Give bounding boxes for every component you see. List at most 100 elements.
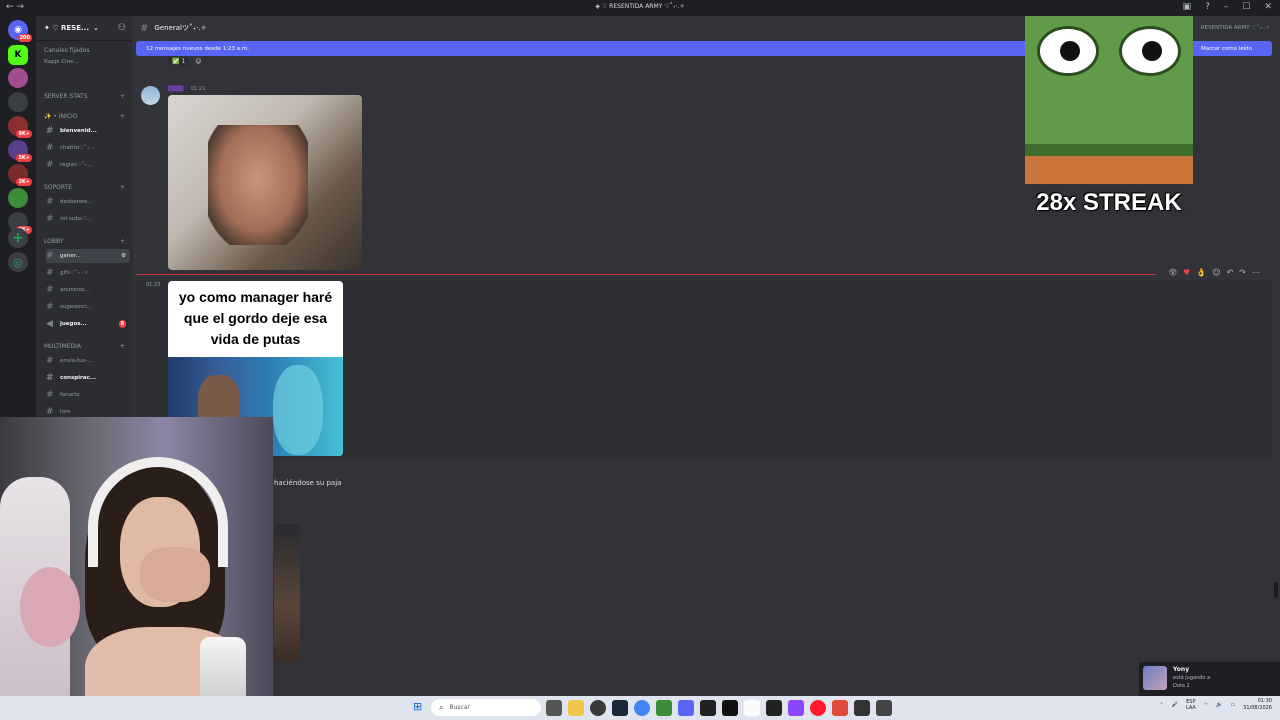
discord-icon[interactable] bbox=[678, 700, 694, 716]
wifi-icon[interactable]: ◠ bbox=[1204, 702, 1208, 708]
streak-overlay: 28x STREAK bbox=[1024, 16, 1194, 226]
language-indicator[interactable]: ESP LAA bbox=[1186, 699, 1196, 711]
channel-rol-subs[interactable]: # rol-subs♡... bbox=[46, 212, 130, 226]
heart-react-icon[interactable]: ♥ bbox=[1183, 268, 1190, 277]
server-icon[interactable] bbox=[8, 188, 28, 208]
taskbar-search[interactable]: ⌕ Buscar bbox=[431, 699, 541, 716]
mark-as-read-button[interactable]: Marcar como leído bbox=[1201, 46, 1252, 52]
add-server-icon[interactable]: + bbox=[8, 228, 28, 248]
channel-fanarts[interactable]: # fanarts bbox=[46, 388, 130, 402]
category-label: SERVER STATS bbox=[44, 93, 88, 100]
category-multimedia[interactable]: MULTIMEDIA + bbox=[44, 343, 125, 350]
thumb-react-icon[interactable]: 👌 bbox=[1196, 268, 1206, 277]
file-explorer-icon[interactable] bbox=[568, 700, 584, 716]
invite-icon[interactable]: ⚇ bbox=[118, 23, 126, 33]
activity-notification[interactable]: Yony está jugando a Dota 2 bbox=[1139, 662, 1280, 696]
capcut-icon[interactable] bbox=[700, 700, 716, 716]
category-inicio[interactable]: ✨ • INICIO + bbox=[44, 113, 125, 120]
add-channel-icon[interactable]: + bbox=[120, 343, 125, 350]
reaction-check[interactable]: ✅ 1 bbox=[168, 57, 190, 66]
volume-icon[interactable]: 🔊 bbox=[1216, 702, 1222, 708]
battery-icon[interactable]: ▭ bbox=[1230, 702, 1235, 708]
webcam-overlay bbox=[0, 417, 273, 720]
channel-desbaneo[interactable]: # desbaneo... bbox=[46, 195, 130, 209]
add-reaction-icon[interactable]: ☺ bbox=[1212, 268, 1220, 277]
minecraft-icon[interactable] bbox=[656, 700, 672, 716]
forward-icon[interactable]: ↷ bbox=[1239, 268, 1246, 277]
channel-label: conspirac... bbox=[60, 375, 97, 381]
category-lobby[interactable]: LOBBY + bbox=[44, 238, 125, 245]
chevron-down-icon: ⌄ bbox=[93, 24, 99, 32]
reply-icon[interactable]: ↶ bbox=[1227, 268, 1234, 277]
discover-icon[interactable]: ◎ bbox=[8, 252, 28, 272]
server-icon[interactable]: 2K+ bbox=[8, 164, 32, 186]
frog-eye bbox=[1119, 26, 1181, 76]
app-icon[interactable] bbox=[766, 700, 782, 716]
server-icon-resentida[interactable] bbox=[8, 68, 28, 88]
add-channel-icon[interactable]: + bbox=[120, 93, 125, 100]
inbox-icon[interactable]: ▣ bbox=[1183, 2, 1192, 12]
pinned-channel[interactable]: Rappi Cine... bbox=[36, 54, 132, 65]
add-channel-icon[interactable]: + bbox=[120, 238, 125, 245]
channel-anuncios[interactable]: # anuncios... bbox=[46, 283, 130, 297]
dm-badge: 200 bbox=[17, 34, 32, 42]
server-icon[interactable]: 5K+ bbox=[8, 140, 32, 162]
server-icon[interactable] bbox=[8, 92, 28, 112]
minimize-button[interactable]: – bbox=[1224, 2, 1229, 12]
direct-messages-button[interactable]: ◉ 200 bbox=[8, 20, 32, 42]
message-image[interactable] bbox=[274, 524, 300, 662]
windows-start-icon[interactable]: ⊞ bbox=[413, 701, 425, 713]
channel-chatito[interactable]: # chatito♡˚₊... bbox=[46, 141, 130, 155]
server-icon[interactable]: 9K+ bbox=[8, 116, 32, 138]
chrome-icon[interactable] bbox=[634, 700, 650, 716]
voice-icon: ◀ bbox=[46, 319, 53, 329]
notepad-icon[interactable] bbox=[744, 700, 760, 716]
help-icon[interactable]: ? bbox=[1205, 2, 1210, 12]
channel-general[interactable]: # gener... ⚙ bbox=[46, 249, 130, 263]
steam-icon[interactable] bbox=[612, 700, 628, 716]
add-channel-icon[interactable]: + bbox=[120, 184, 125, 191]
add-reaction-icon[interactable]: ☺ bbox=[195, 58, 201, 65]
add-channel-icon[interactable]: + bbox=[120, 113, 125, 120]
channel-envia-tus[interactable]: # envia-tus-... bbox=[46, 354, 130, 368]
maximize-button[interactable]: ☐ bbox=[1242, 2, 1250, 12]
guild-header[interactable]: ✦ ♡ RESE... ⌄ ⚇ bbox=[36, 16, 132, 41]
app-icon[interactable] bbox=[590, 700, 606, 716]
close-button[interactable]: ✕ bbox=[1264, 2, 1272, 12]
twitch-icon[interactable] bbox=[788, 700, 804, 716]
opera-icon[interactable] bbox=[810, 700, 826, 716]
scrollbar-thumb[interactable] bbox=[1274, 582, 1278, 598]
channel-label: fanarts bbox=[60, 392, 80, 398]
channel-gifs[interactable]: # gifs♡˚₊·.✧ bbox=[46, 266, 130, 280]
app-icon[interactable] bbox=[722, 700, 738, 716]
taskbar-apps bbox=[546, 700, 892, 716]
clock[interactable]: 01:30 31/08/2026 bbox=[1243, 698, 1272, 712]
channel-bienvenida[interactable]: # bienvenid... bbox=[46, 124, 130, 138]
streak-label: 28x STREAK bbox=[1036, 189, 1182, 216]
avatar[interactable] bbox=[141, 86, 160, 105]
message-toolbar: 😵 ♥ 👌 ☺ ↶ ↷ ⋯ bbox=[1169, 268, 1260, 277]
server-icon-kick[interactable]: K bbox=[8, 45, 28, 65]
emoji-react-icon[interactable]: 😵 bbox=[1169, 268, 1177, 277]
username[interactable]: ████ bbox=[168, 86, 183, 92]
app-icon[interactable] bbox=[876, 700, 892, 716]
chevron-up-icon[interactable]: ⌃ bbox=[1160, 702, 1164, 708]
frog-pupil bbox=[1142, 41, 1162, 61]
category-server-stats[interactable]: SERVER STATS + bbox=[44, 93, 125, 100]
hash-icon: # bbox=[46, 126, 54, 136]
channel-juegos[interactable]: ◀ juegos... 8 bbox=[46, 317, 130, 331]
microphone-icon[interactable]: 🎤 bbox=[1172, 702, 1178, 708]
app-icon[interactable] bbox=[854, 700, 870, 716]
channel-conspiracion[interactable]: # conspirac... bbox=[46, 371, 130, 385]
activity-user: Yony bbox=[1173, 666, 1190, 673]
message-image[interactable] bbox=[168, 95, 362, 270]
channel-reglas[interactable]: # reglas♡˚₊... bbox=[46, 158, 130, 172]
task-view-icon[interactable] bbox=[546, 700, 562, 716]
channel-sugerencias[interactable]: # sugerenci... bbox=[46, 300, 130, 314]
plush-pillow bbox=[20, 567, 80, 647]
settings-icon[interactable]: ⚙ bbox=[121, 253, 126, 259]
category-soporte[interactable]: SOPORTE + bbox=[44, 184, 125, 191]
more-icon[interactable]: ⋯ bbox=[1252, 268, 1260, 277]
app-icon[interactable] bbox=[832, 700, 848, 716]
window-controls: ▣ ? – ☐ ✕ bbox=[1183, 2, 1272, 12]
